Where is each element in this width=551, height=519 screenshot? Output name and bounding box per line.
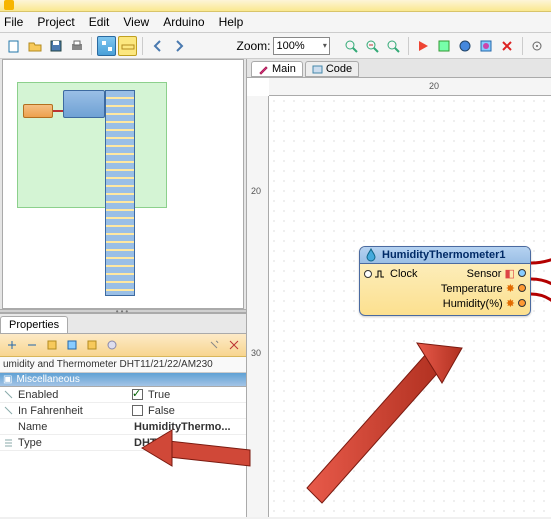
separator — [408, 37, 409, 55]
property-category[interactable]: ▣ Miscellaneous — [0, 373, 246, 387]
menu-view[interactable]: View — [123, 15, 149, 29]
menu-arduino[interactable]: Arduino — [163, 15, 204, 29]
zoom-label: Zoom: — [236, 39, 270, 53]
right-pane: Main Code 20 20 30 HumidityThermometer — [246, 59, 551, 517]
print-button[interactable] — [67, 36, 86, 56]
property-value[interactable]: DHT21 — [132, 437, 246, 449]
menu-file[interactable]: File — [4, 15, 23, 29]
tab-main[interactable]: Main — [251, 61, 303, 77]
zoom-combobox[interactable]: 100% — [273, 37, 330, 55]
prop-wrench-button[interactable] — [205, 336, 223, 354]
property-object-title: umidity and Thermometer DHT11/21/22/AM23… — [0, 357, 246, 373]
list-icon — [3, 437, 14, 448]
mini-node — [63, 90, 105, 118]
pencil-icon — [258, 64, 269, 75]
component-humidity-thermometer[interactable]: HumidityThermometer1 Clock Sensor ◧ — [359, 246, 531, 316]
menu-help[interactable]: Help — [219, 15, 244, 29]
prop-cut-button[interactable] — [225, 336, 243, 354]
prop-tool-a[interactable] — [43, 336, 61, 354]
zoom-out-button[interactable] — [363, 36, 382, 56]
wrench-icon — [3, 405, 14, 416]
toggle-grid-button[interactable] — [97, 36, 116, 56]
pin-sensor[interactable]: Sensor ◧ — [467, 267, 526, 280]
tool-button-b[interactable] — [456, 36, 475, 56]
design-canvas[interactable]: HumidityThermometer1 Clock Sensor ◧ — [269, 96, 551, 517]
map-button[interactable] — [477, 36, 496, 56]
prop-expand-button[interactable] — [3, 336, 21, 354]
checkbox-enabled[interactable] — [132, 389, 143, 400]
separator — [522, 37, 523, 55]
settings-button[interactable] — [528, 36, 547, 56]
component-title[interactable]: HumidityThermometer1 — [360, 247, 530, 264]
separator — [142, 37, 143, 55]
mini-arduino-block — [105, 90, 135, 296]
run-button[interactable] — [414, 36, 433, 56]
menu-project[interactable]: Project — [37, 15, 74, 29]
properties-tabstrip: Properties — [0, 314, 246, 333]
canvas-tabs: Main Code — [247, 59, 551, 78]
nav-prev-button[interactable] — [148, 36, 167, 56]
pin-clock[interactable]: Clock — [364, 268, 418, 280]
pin-temperature[interactable]: Temperature ✸ — [441, 282, 526, 295]
canvas-container: 20 20 30 HumidityThermometer1 — [247, 78, 551, 517]
property-value: True — [146, 389, 246, 401]
tool-button-a[interactable] — [435, 36, 454, 56]
pulse-icon — [374, 269, 388, 279]
main-toolbar: Zoom: 100% — [0, 33, 551, 59]
zoom-fit-button[interactable] — [384, 36, 403, 56]
property-grid: Enabled True In Fahrenheit False Name Hu… — [0, 387, 246, 517]
workspace: Properties umidity and Thermometer DHT11… — [0, 59, 551, 517]
property-name: Type — [16, 437, 132, 449]
property-name: Enabled — [16, 389, 132, 401]
delete-button[interactable] — [498, 36, 517, 56]
tab-code[interactable]: Code — [305, 61, 359, 77]
window-titlebar — [0, 0, 551, 12]
open-button[interactable] — [25, 36, 44, 56]
property-name: In Fahrenheit — [16, 405, 132, 417]
droplet-icon — [364, 248, 378, 262]
property-value: False — [146, 405, 246, 417]
ruler-horizontal: 20 — [269, 78, 551, 96]
ruler-button[interactable] — [118, 36, 137, 56]
component-body: Clock Sensor ◧ Temperature — [360, 264, 530, 315]
property-name: Name — [16, 421, 132, 433]
separator — [91, 37, 92, 55]
prop-tool-b[interactable] — [63, 336, 81, 354]
prop-tool-d[interactable] — [103, 336, 121, 354]
menubar: File Project Edit View Arduino Help — [0, 12, 551, 33]
mini-node — [23, 104, 53, 118]
tab-properties[interactable]: Properties — [0, 316, 68, 333]
properties-toolbar — [0, 333, 246, 357]
checkbox-fahrenheit[interactable] — [132, 405, 143, 416]
property-value[interactable]: HumidityThermo... — [132, 421, 246, 433]
code-icon — [312, 64, 323, 75]
property-row-type[interactable]: Type DHT21 — [0, 435, 246, 451]
minus-icon: ▣ — [3, 374, 12, 385]
wrench-icon — [3, 389, 14, 400]
left-pane: Properties umidity and Thermometer DHT11… — [0, 59, 246, 517]
properties-panel: Properties umidity and Thermometer DHT11… — [0, 313, 246, 517]
prop-tool-c[interactable] — [83, 336, 101, 354]
menu-edit[interactable]: Edit — [89, 15, 110, 29]
property-row-fahrenheit[interactable]: In Fahrenheit False — [0, 403, 246, 419]
property-row-name[interactable]: Name HumidityThermo... — [0, 419, 246, 435]
nav-next-button[interactable] — [169, 36, 188, 56]
overview-mini-map[interactable] — [2, 59, 244, 309]
ruler-vertical: 20 30 — [247, 96, 269, 517]
pin-humidity[interactable]: Humidity(%) ✸ — [443, 297, 526, 310]
prop-collapse-button[interactable] — [23, 336, 41, 354]
save-button[interactable] — [46, 36, 65, 56]
app-icon — [4, 0, 14, 10]
new-button[interactable] — [4, 36, 23, 56]
zoom-in-button[interactable] — [341, 36, 360, 56]
property-row-enabled[interactable]: Enabled True — [0, 387, 246, 403]
